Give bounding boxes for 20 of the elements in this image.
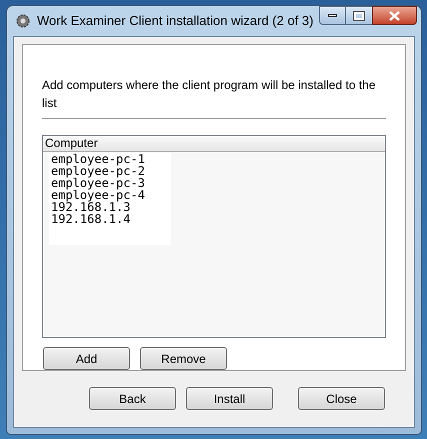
window-title: Work Examiner Client installation wizard (2 of 3) [37, 12, 314, 30]
list-item[interactable]: 192.168.1.3 [51, 201, 171, 213]
computer-list[interactable]: Computer employee-pc-1 employee-pc-2 employee-pc-3 employee-pc-4 192.168.1.3 192.168.1.4 [42, 135, 386, 338]
list-action-button[interactable]: Add [43, 347, 130, 370]
list-item[interactable]: employee-pc-1 [51, 153, 171, 165]
list-item[interactable]: employee-pc-3 [51, 177, 171, 189]
column-header[interactable]: Computer [43, 136, 385, 152]
wizard-button[interactable]: Install [186, 387, 273, 410]
wizard-button[interactable]: Close [298, 387, 385, 410]
close-icon [389, 10, 400, 20]
instruction-text: Add computers where the client program will be installed to the list [42, 77, 377, 112]
list-item[interactable]: employee-pc-4 [51, 189, 171, 201]
maximize-button[interactable] [346, 6, 372, 25]
wizard-button[interactable]: Back [89, 387, 176, 410]
list-item[interactable]: 192.168.1.4 [51, 213, 171, 225]
list-action-button[interactable]: Remove [140, 347, 227, 370]
close-button[interactable] [372, 6, 417, 25]
list-item[interactable]: employee-pc-2 [51, 165, 171, 177]
minimize-button[interactable] [319, 6, 346, 25]
gear-icon [15, 13, 31, 29]
